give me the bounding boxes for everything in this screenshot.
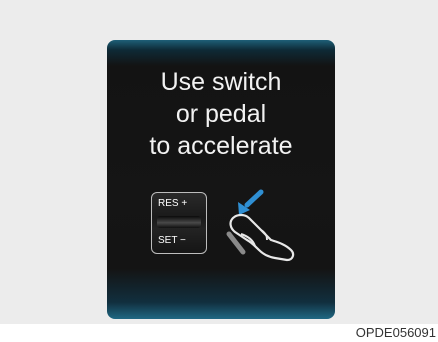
message-line-2: or pedal [175,100,267,128]
res-set-switch-icon: RES + SET − [151,192,207,254]
res-plus-label: RES + [158,198,188,209]
illustration-frame: Use switch or pedal to accelerate RES + … [0,0,438,324]
switch-rocker [157,216,201,228]
message-line-3: to accelerate [149,132,293,160]
cluster-display: Use switch or pedal to accelerate RES + … [107,40,335,319]
blue-arrow-icon [238,189,264,215]
figure-code: OPDE056091 [355,325,436,340]
message-line-1: Use switch [160,68,282,96]
set-minus-label: SET − [158,235,186,246]
foot-pedal-icon [226,189,295,262]
display-message: Use switch or pedal to accelerate [107,66,335,162]
